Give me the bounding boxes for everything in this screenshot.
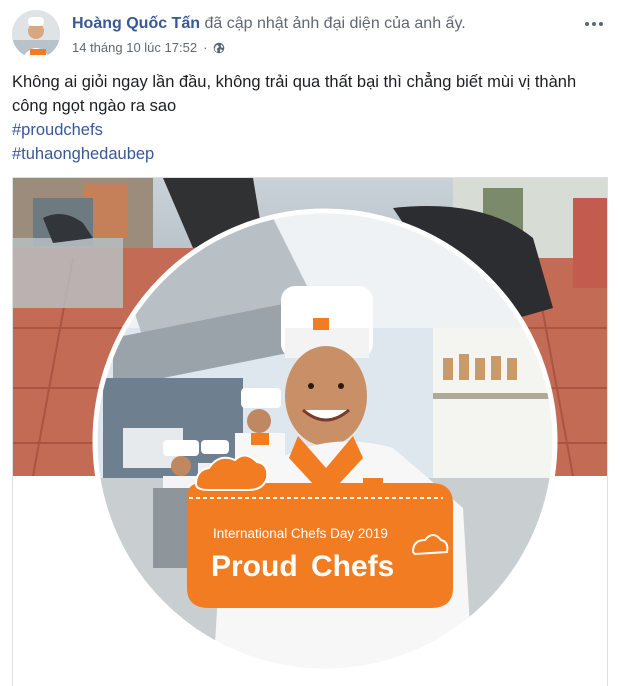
profile-photo-attachment[interactable]: International Chefs Day 2019 Proud Chefs (12, 177, 608, 686)
globe-icon[interactable] (213, 42, 225, 54)
badge-word-proud: Proud (211, 550, 298, 583)
author-avatar[interactable] (12, 10, 60, 58)
more-options-icon[interactable] (582, 16, 606, 32)
post-caption: Không ai giỏi ngay lần đầu, không trải q… (12, 73, 577, 115)
dot-separator: · (203, 40, 208, 55)
post-meta: 14 tháng 10 lúc 17:52 · (72, 39, 225, 57)
post-timestamp[interactable]: 14 tháng 10 lúc 17:52 (72, 39, 197, 57)
post-title-line: Hoàng Quốc Tấn đã cập nhật ảnh đại diện … (72, 14, 466, 34)
badge-word-chefs: Chefs (311, 550, 394, 583)
badge-title: International Chefs Day 2019 (213, 526, 388, 541)
post-header: Hoàng Quốc Tấn đã cập nhật ảnh đại diện … (12, 10, 608, 62)
post-text: Không ai giỏi ngay lần đầu, không trải q… (12, 70, 597, 166)
author-name[interactable]: Hoàng Quốc Tấn (72, 15, 200, 32)
post-action-text: đã cập nhật ảnh đại diện của anh ấy. (204, 15, 466, 32)
facebook-post: Hoàng Quốc Tấn đã cập nhật ảnh đại diện … (0, 0, 620, 686)
more-dot (592, 22, 596, 26)
hashtag-link[interactable]: #proudchefs (12, 118, 103, 142)
more-dot (585, 22, 589, 26)
more-dot (599, 22, 603, 26)
hashtag-link[interactable]: #tuhaonghedaubep (12, 142, 154, 166)
avatar-image (12, 10, 60, 58)
profile-photo-image: International Chefs Day 2019 Proud Chefs (13, 178, 607, 686)
